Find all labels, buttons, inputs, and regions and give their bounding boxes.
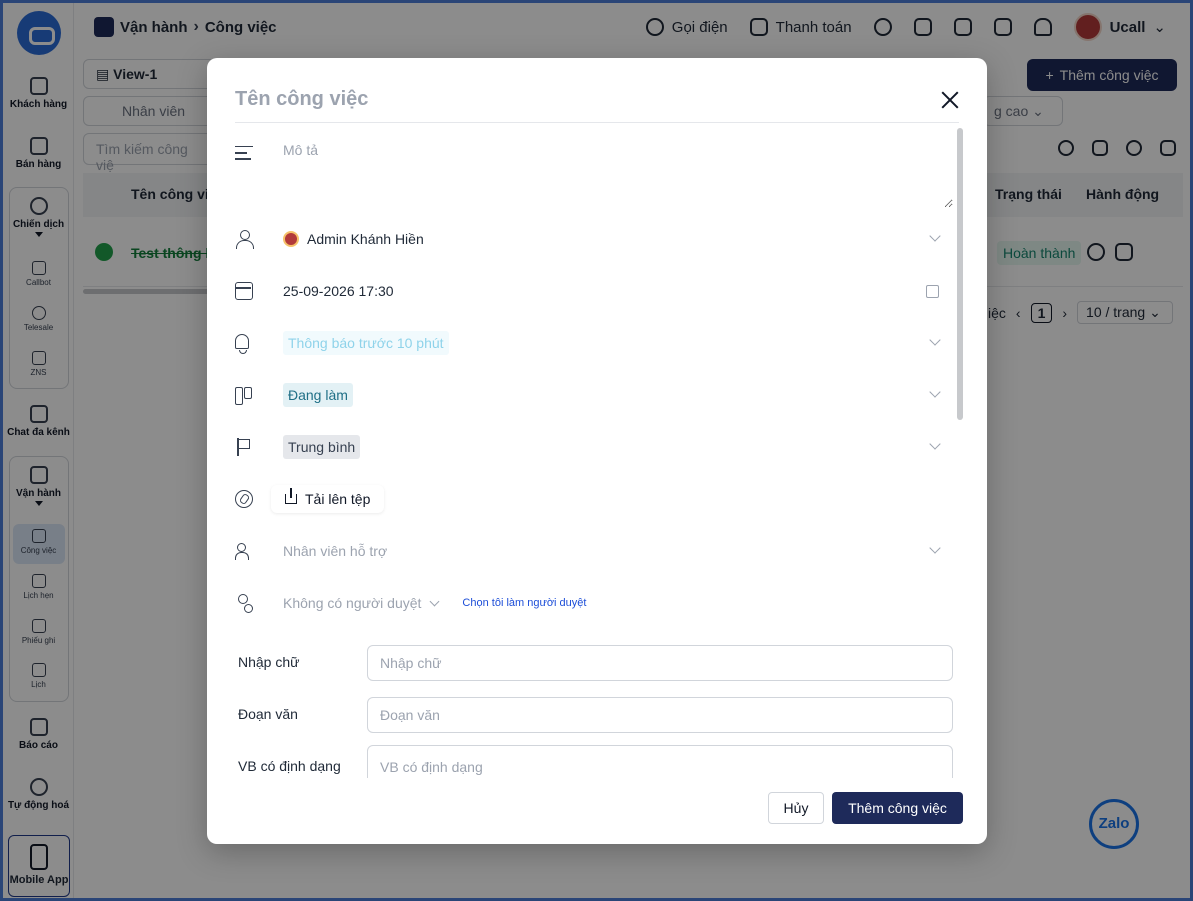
kanban-icon: [235, 386, 253, 405]
flag-icon: [235, 438, 253, 456]
users-icon: [235, 542, 253, 560]
self-approve-link[interactable]: Chọn tôi làm người duyệt: [462, 597, 586, 609]
calendar-icon: [235, 282, 253, 300]
rich-text-field-input[interactable]: [367, 745, 953, 778]
status-select[interactable]: Đang làm: [283, 382, 943, 408]
upload-row: Tải lên tệp: [271, 485, 943, 513]
user-icon: [235, 230, 254, 249]
close-icon[interactable]: [939, 89, 961, 111]
approver-icon: [235, 594, 253, 613]
task-title-input[interactable]: Tên công việc: [235, 88, 368, 111]
text-lines-icon: [235, 146, 253, 164]
description-textarea[interactable]: [283, 142, 953, 208]
support-staff-select[interactable]: Nhân viên hỗ trợ: [283, 538, 943, 564]
upload-file-button[interactable]: Tải lên tệp: [271, 485, 385, 513]
modal-body: Admin Khánh Hiền 25-09-2026 17:30 Thông …: [207, 124, 963, 778]
rich-text-field-label: VB có định dạng: [238, 758, 341, 774]
cancel-button[interactable]: Hủy: [768, 792, 824, 824]
paragraph-field-input[interactable]: [367, 697, 953, 733]
modal-scrollbar[interactable]: [957, 128, 963, 420]
bell-icon: [235, 334, 249, 354]
reminder-select[interactable]: Thông báo trước 10 phút: [283, 330, 943, 356]
paperclip-icon: [235, 490, 253, 508]
text-field-label: Nhập chữ: [238, 654, 300, 670]
priority-select[interactable]: Trung bình: [283, 434, 943, 460]
assignee-select[interactable]: Admin Khánh Hiền: [283, 226, 943, 252]
add-task-button[interactable]: Thêm công việc: [832, 792, 963, 824]
text-field-input[interactable]: [367, 645, 953, 681]
calendar-small-icon[interactable]: [926, 285, 939, 298]
chevron-down-icon: [429, 596, 440, 606]
paragraph-field-label: Đoạn văn: [238, 706, 298, 722]
due-datetime-picker[interactable]: 25-09-2026 17:30: [283, 278, 943, 304]
add-task-modal: Tên công việc Admin Khánh Hiền 25-09-202…: [207, 58, 987, 844]
approver-row: Không có người duyệt Chọn tôi làm người …: [283, 590, 943, 616]
approver-select[interactable]: Không có người duyệt: [283, 595, 440, 611]
upload-icon: [285, 488, 297, 504]
avatar: [283, 231, 299, 247]
title-divider: [235, 122, 959, 123]
